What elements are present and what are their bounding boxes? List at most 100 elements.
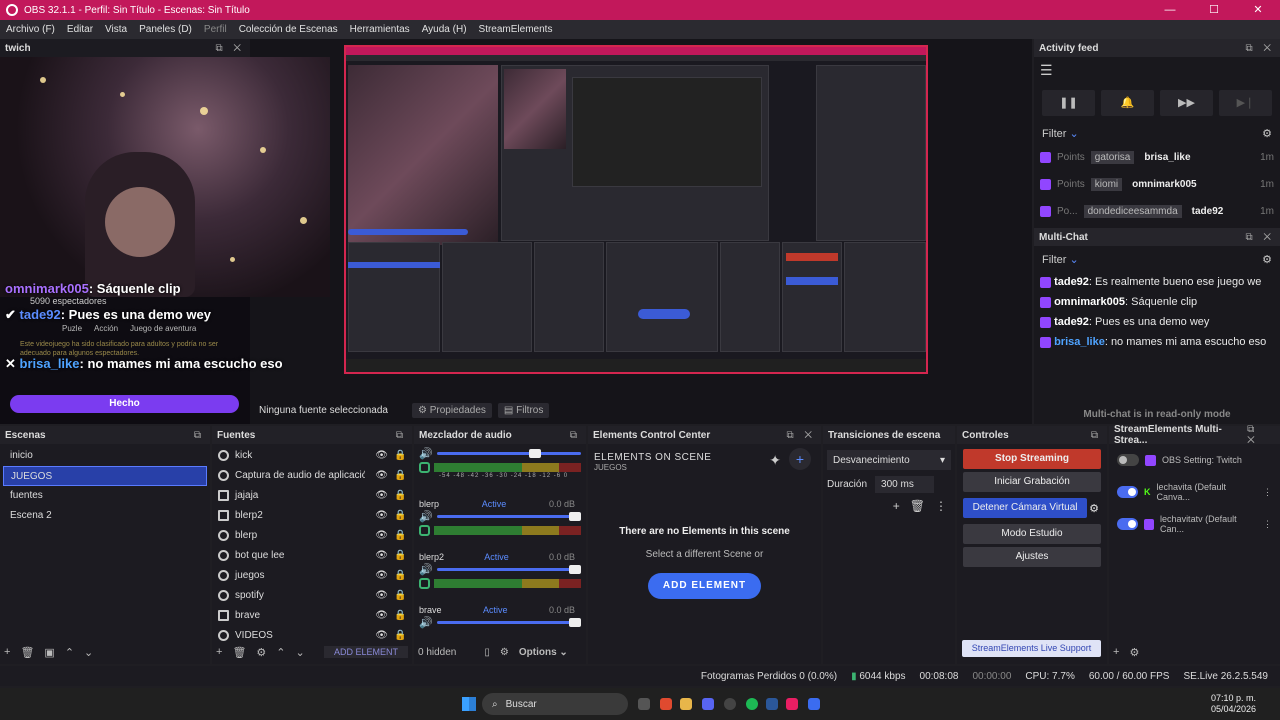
studio-mode-button[interactable]: Modo Estudio bbox=[963, 524, 1101, 544]
menu-perfil[interactable]: Perfil bbox=[198, 24, 233, 35]
volume-slider[interactable] bbox=[436, 448, 581, 458]
source-item[interactable]: jajaja 👁 🔒 bbox=[212, 485, 412, 505]
maximize-button[interactable]: ☐ bbox=[1192, 0, 1236, 20]
app-icon[interactable] bbox=[808, 698, 820, 710]
channel-name[interactable]: blerp bbox=[419, 499, 439, 509]
start-recording-button[interactable]: Iniciar Grabación bbox=[963, 472, 1101, 492]
menu-ayuda[interactable]: Ayuda (H) bbox=[416, 24, 473, 35]
filter-dropdown[interactable]: Filter ⌄ bbox=[1042, 253, 1079, 266]
add-element-button[interactable]: ADD ELEMENT bbox=[648, 573, 761, 599]
virtual-camera-settings-icon[interactable]: ⚙ bbox=[1089, 502, 1099, 515]
settings-button[interactable]: Ajustes bbox=[963, 547, 1101, 567]
up-arrow-icon[interactable]: ⌃ bbox=[276, 646, 285, 659]
close-button[interactable]: ✕ bbox=[1236, 0, 1280, 20]
live-support-button[interactable]: StreamElements Live Support bbox=[962, 640, 1101, 657]
dock-controls[interactable]: ⧉ ✕ bbox=[786, 430, 816, 441]
source-item[interactable]: blerp 👁 🔒 bbox=[212, 525, 412, 545]
stream-toggle[interactable] bbox=[1117, 518, 1138, 530]
stream-toggle[interactable] bbox=[1117, 486, 1138, 498]
transition-select[interactable]: Desvanecimiento ▾ bbox=[827, 450, 951, 470]
clock[interactable]: 07:10 p. m. 05/04/2026 bbox=[1211, 693, 1256, 715]
filter-icon[interactable]: ▣ bbox=[44, 646, 54, 659]
dock-controls[interactable]: ⧉ ✕ bbox=[215, 43, 245, 54]
skip-button[interactable]: ▶▶ bbox=[1160, 90, 1213, 116]
folder-icon[interactable] bbox=[680, 698, 692, 710]
trash-icon[interactable]: 🗑 bbox=[20, 646, 34, 659]
speaker-icon[interactable]: 🔊 bbox=[419, 447, 433, 460]
settings-gear-icon[interactable]: ⚙ bbox=[1262, 127, 1272, 140]
sparkle-icon[interactable]: ✦ bbox=[769, 452, 781, 469]
filters-button[interactable]: ▤ Filtros bbox=[497, 402, 550, 418]
headphones-icon[interactable] bbox=[419, 462, 430, 473]
scene-item[interactable]: fuentes bbox=[3, 486, 207, 506]
trash-icon[interactable]: 🗑 bbox=[232, 646, 246, 659]
menu-streamelements[interactable]: StreamElements bbox=[473, 24, 559, 35]
channel-name[interactable]: brave bbox=[419, 605, 442, 615]
menu-editar[interactable]: Editar bbox=[61, 24, 99, 35]
stop-virtual-camera-button[interactable]: Detener Cámara Virtual bbox=[963, 498, 1088, 518]
trash-icon[interactable]: 🗑 bbox=[910, 499, 925, 513]
menu-coleccion[interactable]: Colección de Escenas bbox=[233, 24, 344, 35]
dock-controls[interactable]: ⧉ bbox=[1091, 430, 1102, 441]
dock-controls[interactable]: ⧉ bbox=[570, 430, 581, 441]
dock-controls[interactable]: ⧉ bbox=[194, 430, 205, 441]
dock-controls[interactable]: ⧉ ✕ bbox=[1245, 232, 1275, 243]
add-icon[interactable]: + bbox=[893, 499, 900, 513]
dock-controls[interactable]: ⧉ bbox=[396, 430, 407, 441]
spotify-icon[interactable] bbox=[746, 698, 758, 710]
gear-icon[interactable]: ⚙ bbox=[256, 646, 266, 659]
discord-icon[interactable] bbox=[702, 698, 714, 710]
volume-slider[interactable] bbox=[436, 564, 581, 574]
menu-vista[interactable]: Vista bbox=[99, 24, 133, 35]
source-item[interactable]: juegos 👁 🔒 bbox=[212, 565, 412, 585]
app-icon[interactable] bbox=[786, 698, 798, 710]
word-icon[interactable] bbox=[766, 698, 778, 710]
source-item[interactable]: blerp2 👁 🔒 bbox=[212, 505, 412, 525]
duration-input[interactable]: 300 ms bbox=[875, 476, 934, 493]
headphones-icon[interactable] bbox=[419, 525, 430, 536]
next-button[interactable]: ▶❘ bbox=[1219, 90, 1272, 116]
speaker-icon[interactable]: 🔊 bbox=[419, 616, 433, 629]
source-item[interactable]: VIDEOS 👁 🔒 bbox=[212, 625, 412, 645]
source-item[interactable]: bot que lee 👁 🔒 bbox=[212, 545, 412, 565]
hamburger-menu-icon[interactable]: ☰ bbox=[1034, 57, 1280, 84]
bell-icon[interactable]: 🔔 bbox=[1101, 90, 1154, 116]
properties-button[interactable]: ⚙ Propiedades bbox=[411, 402, 492, 418]
scene-item-selected[interactable]: JUEGOS bbox=[3, 466, 207, 486]
source-item[interactable]: Captura de audio de aplicación (E👁🔒 bbox=[212, 465, 412, 485]
add-icon[interactable]: + bbox=[216, 646, 222, 658]
menu-paneles[interactable]: Paneles (D) bbox=[133, 24, 198, 35]
more-icon[interactable]: ⋮ bbox=[1263, 519, 1272, 530]
channel-name[interactable]: blerp2 bbox=[419, 552, 444, 562]
source-item[interactable]: brave 👁 🔒 bbox=[212, 605, 412, 625]
settings-gear-icon[interactable]: ⚙ bbox=[1262, 253, 1272, 266]
down-arrow-icon[interactable]: ⌄ bbox=[296, 646, 305, 659]
scene-item[interactable]: Escena 2 bbox=[3, 506, 207, 526]
dock-controls[interactable]: ⧉ ✕ bbox=[1247, 424, 1275, 446]
stop-streaming-button[interactable]: Stop Streaming bbox=[963, 449, 1101, 469]
minimize-button[interactable]: — bbox=[1148, 0, 1192, 20]
source-item[interactable]: spotify 👁 🔒 bbox=[212, 585, 412, 605]
filter-dropdown[interactable]: Filter ⌄ bbox=[1042, 127, 1079, 140]
add-icon[interactable]: + bbox=[4, 646, 10, 658]
done-button[interactable]: Hecho bbox=[10, 395, 239, 413]
obs-icon[interactable] bbox=[724, 698, 736, 710]
mixer-settings-icon[interactable]: ⚙ bbox=[500, 647, 509, 658]
gear-icon[interactable]: ⚙ bbox=[1129, 646, 1139, 659]
taskview-icon[interactable] bbox=[638, 698, 650, 710]
up-arrow-icon[interactable]: ⌃ bbox=[65, 646, 74, 659]
scene-item[interactable]: inicio bbox=[3, 446, 207, 466]
add-icon[interactable]: + bbox=[1113, 646, 1119, 658]
windows-start-icon[interactable] bbox=[462, 697, 476, 711]
hidden-count[interactable]: 0 hidden bbox=[418, 647, 456, 658]
stream-toggle[interactable] bbox=[1117, 454, 1139, 466]
more-icon[interactable]: ⋮ bbox=[935, 499, 947, 513]
options-button[interactable]: Options ⌄ bbox=[519, 647, 568, 658]
brave-icon[interactable] bbox=[660, 698, 672, 710]
speaker-icon[interactable]: 🔊 bbox=[419, 510, 433, 523]
dock-controls[interactable]: ⧉ ✕ bbox=[1245, 43, 1275, 54]
pause-button[interactable]: ❚❚ bbox=[1042, 90, 1095, 116]
volume-slider[interactable] bbox=[436, 511, 581, 521]
volume-slider[interactable] bbox=[436, 617, 581, 627]
source-item[interactable]: kick 👁 🔒 bbox=[212, 445, 412, 465]
